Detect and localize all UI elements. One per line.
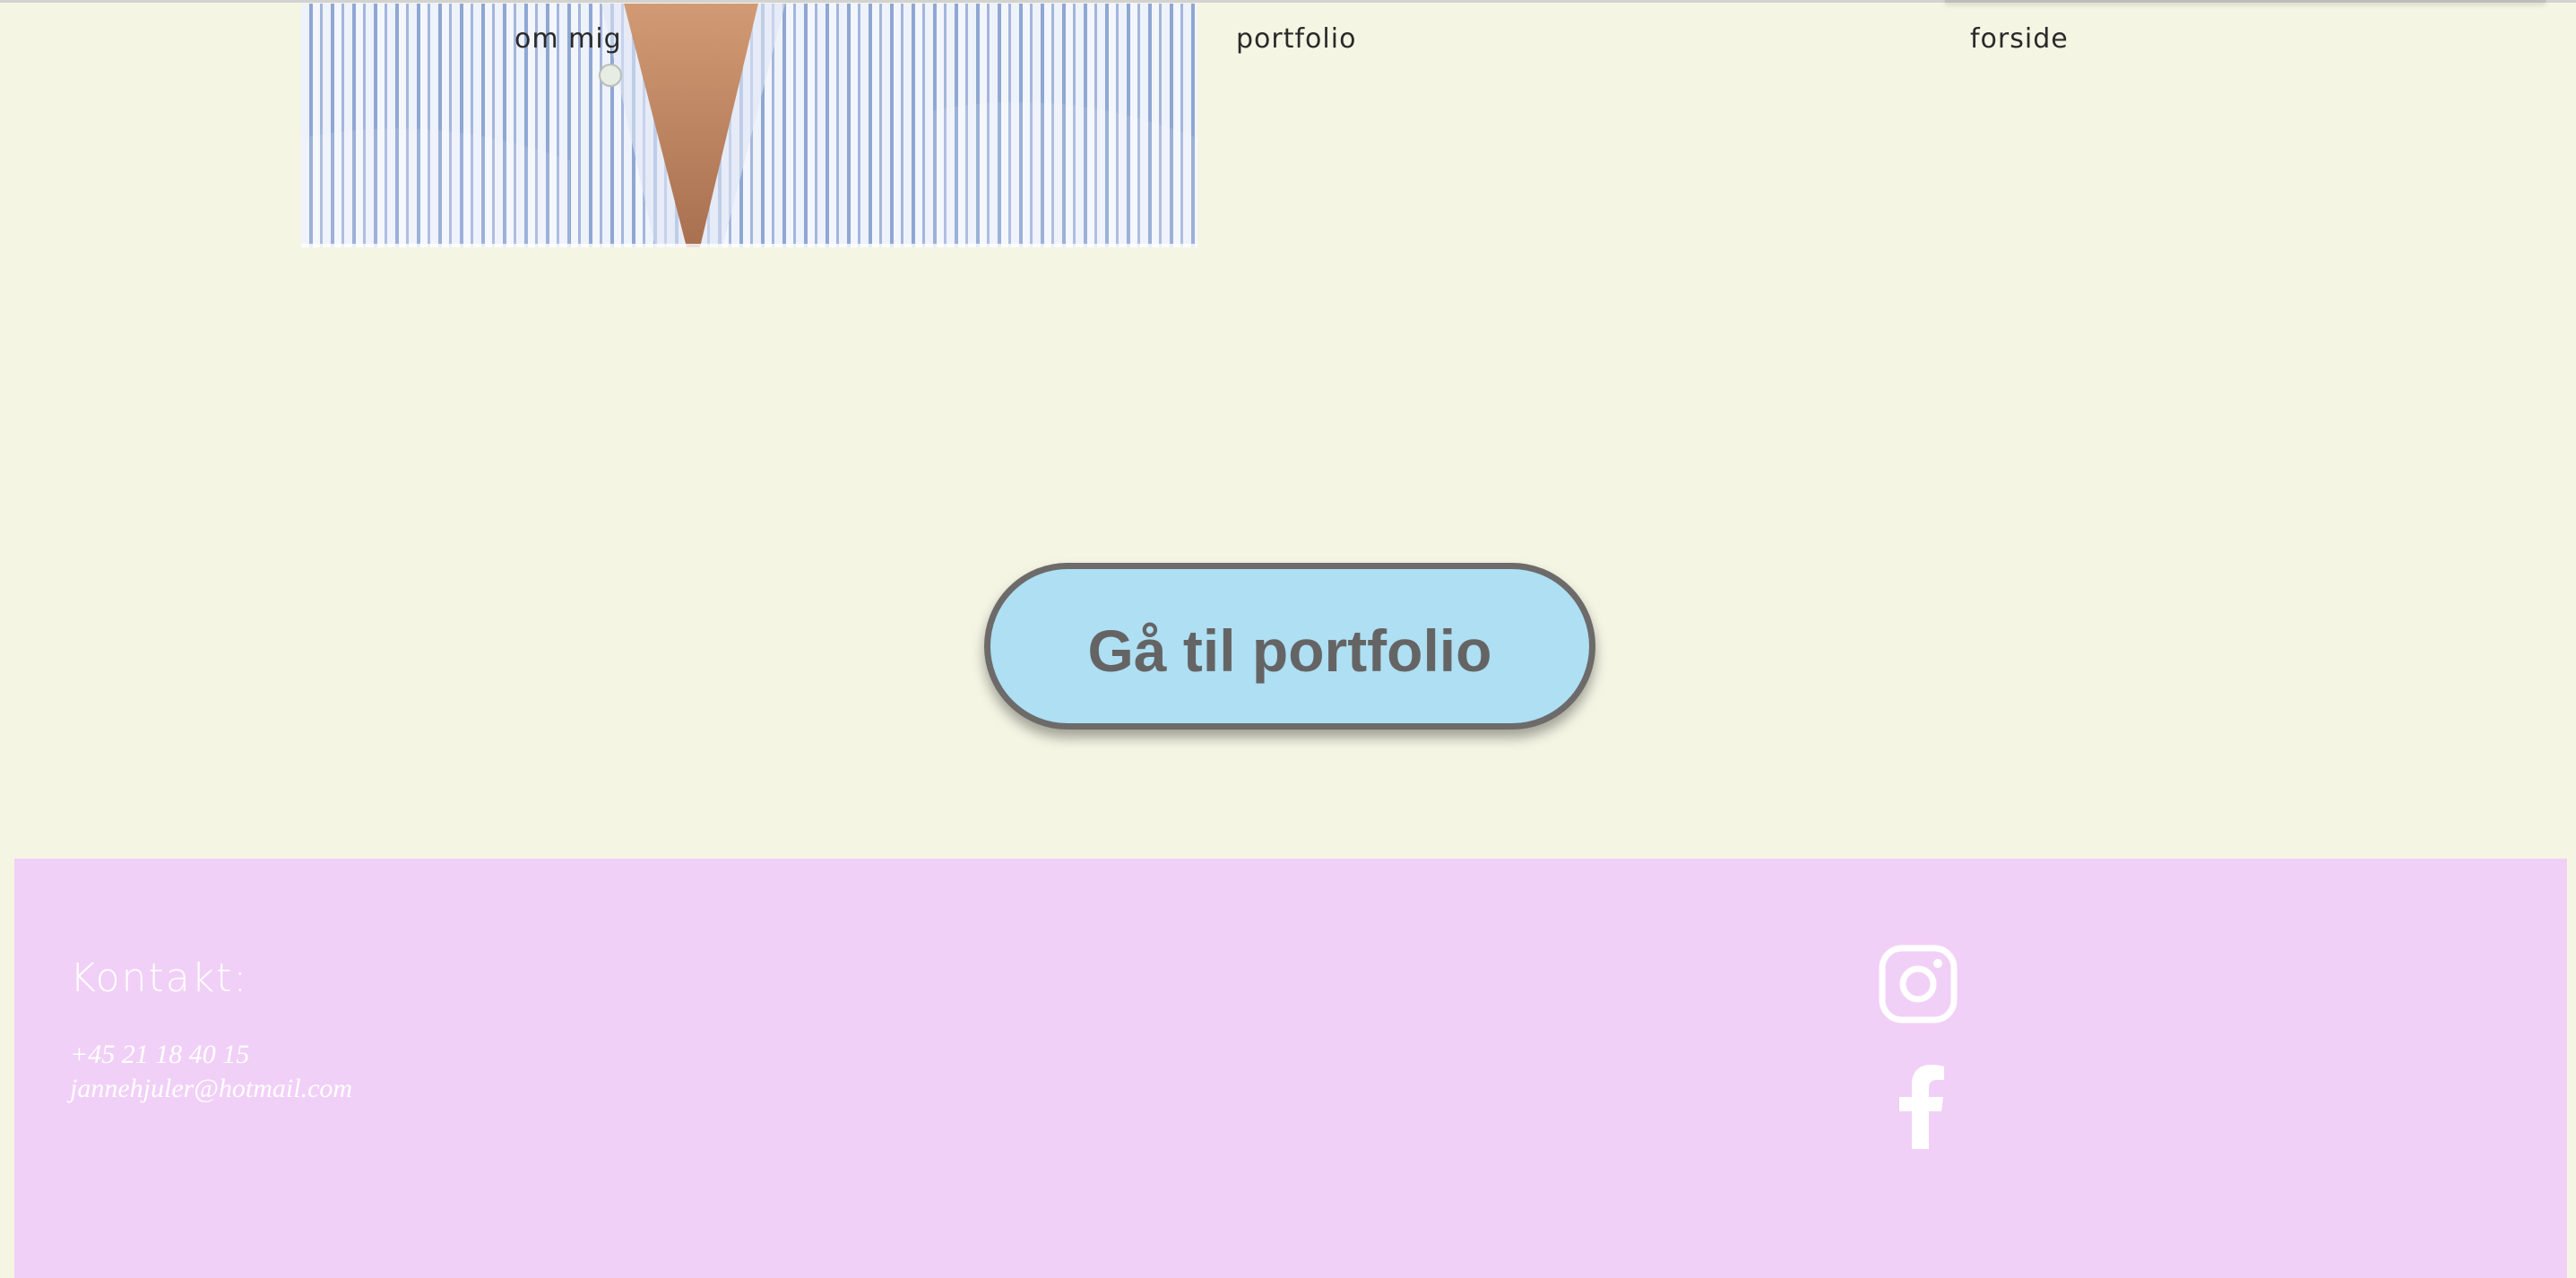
contact-email: jannehjuler@hotmail.com <box>70 1074 353 1103</box>
facebook-icon[interactable] <box>1897 1063 1947 1149</box>
instagram-icon[interactable] <box>1879 945 1958 1023</box>
contact-phone: +45 21 18 40 15 <box>70 1040 250 1069</box>
nav-link-home[interactable]: forside <box>1970 23 2069 55</box>
nav-link-portfolio[interactable]: portfolio <box>1236 23 1356 55</box>
nav-link-about[interactable]: om mig <box>514 23 622 55</box>
go-to-portfolio-label: Gå til portfolio <box>1087 617 1492 684</box>
hero-photo <box>301 4 1197 247</box>
footer: Kontakt: +45 21 18 40 15 jannehjuler@hot… <box>14 859 2567 1278</box>
contact-heading: Kontakt: <box>70 955 249 1001</box>
header-shadow <box>1945 0 2546 3</box>
shirt-photo-illustration <box>301 4 1197 247</box>
go-to-portfolio-button[interactable]: Gå til portfolio <box>984 563 1595 730</box>
